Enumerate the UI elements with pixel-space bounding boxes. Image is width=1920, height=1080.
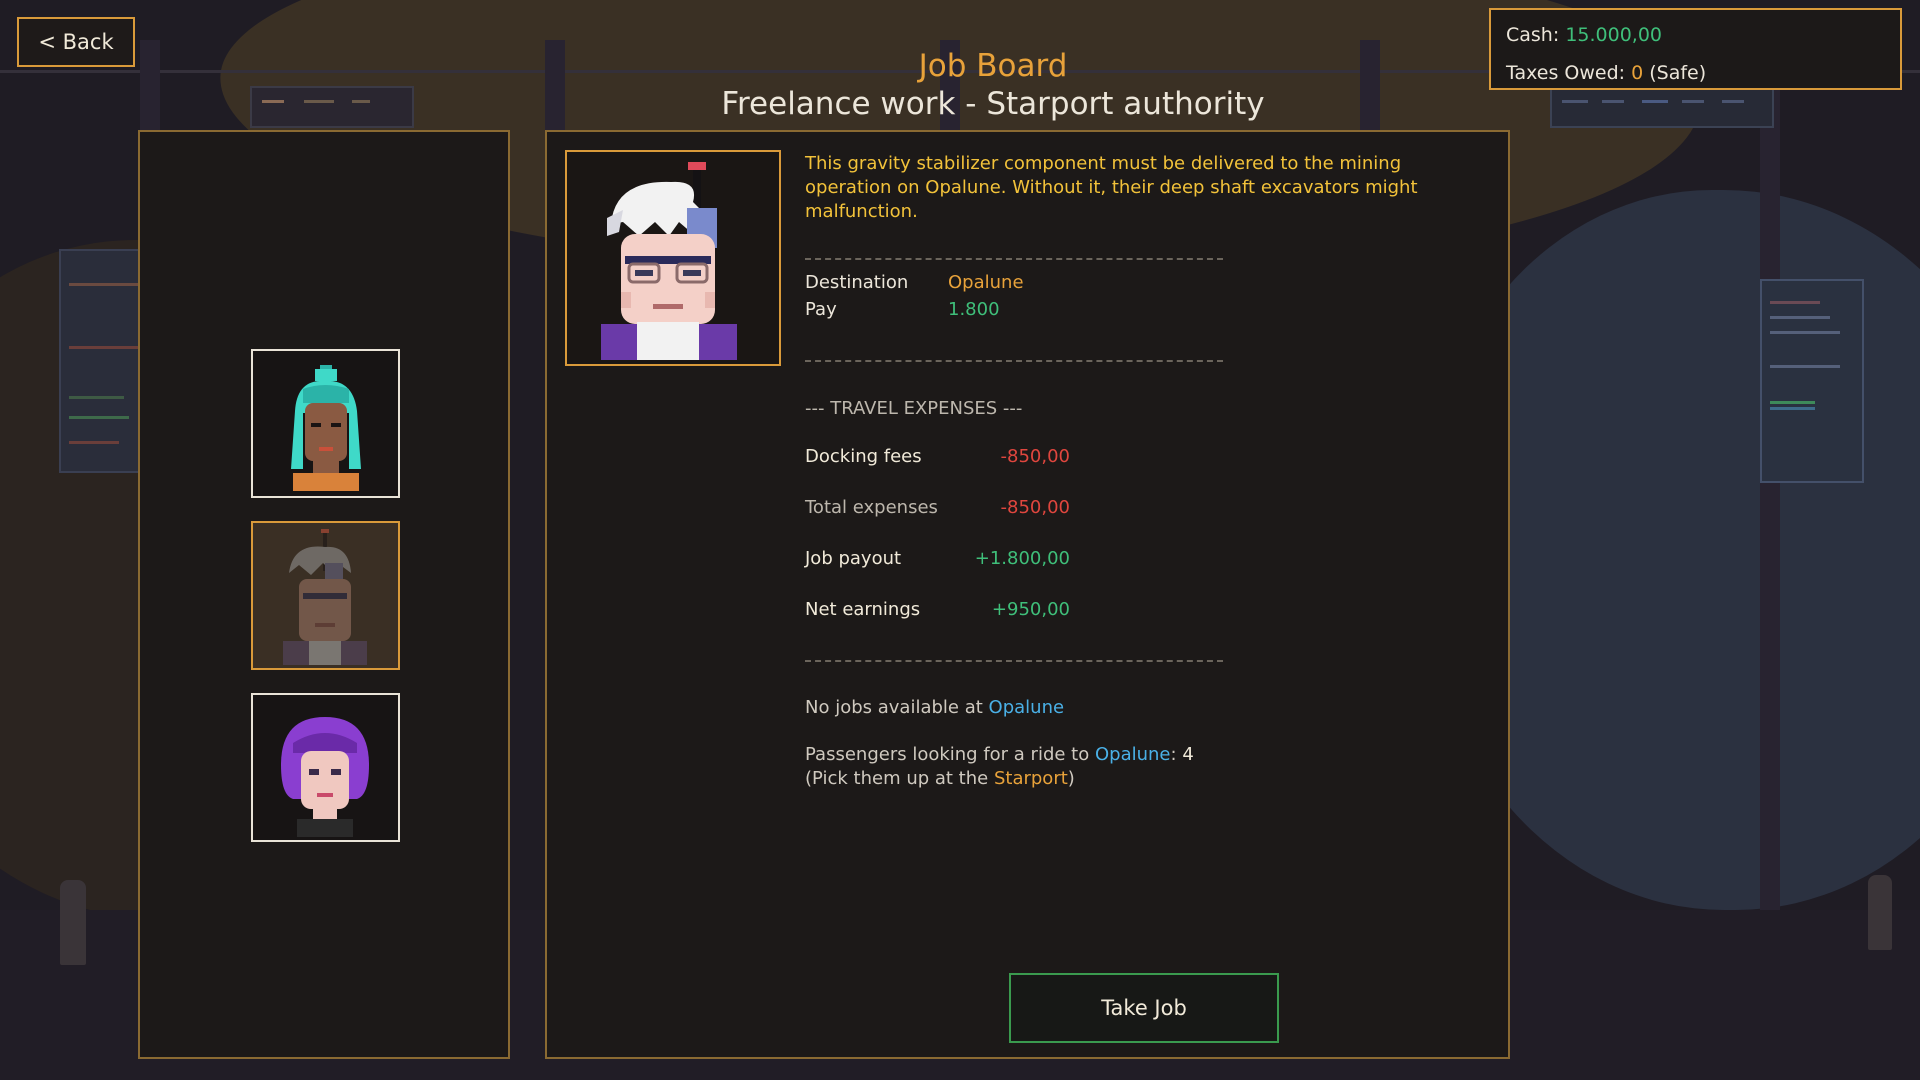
bg-sign <box>250 86 414 128</box>
passengers-line: Passengers looking for a ride to Opalune… <box>805 743 1194 767</box>
bg-sign <box>1550 86 1774 128</box>
docking-fees-label: Docking fees <box>805 446 922 467</box>
teal-hair-portrait-icon <box>291 365 361 491</box>
passengers-planet: Opalune <box>1094 744 1171 765</box>
bg-board <box>1760 279 1864 483</box>
passengers-notice: Passengers looking for a ride to Opalune… <box>805 743 1194 791</box>
old-engineer-portrait-icon <box>283 529 367 665</box>
job-card-purple-hair[interactable] <box>251 693 400 842</box>
purple-hair-portrait-icon <box>281 717 369 837</box>
cash-label: Cash: <box>1506 24 1560 46</box>
divider <box>805 360 1223 362</box>
pickup-line: (Pick them up at the Starport) <box>805 767 1194 791</box>
job-list-panel <box>138 130 510 1059</box>
cash-row: Cash: 15.000,00 <box>1506 16 1885 54</box>
pickup-suffix: ) <box>1067 768 1075 789</box>
net-earnings-label: Net earnings <box>805 599 921 620</box>
bg-npc-figure <box>1868 875 1892 950</box>
taxes-label: Taxes Owed: <box>1506 62 1626 84</box>
pay-row: Pay 1.800 <box>805 299 1000 320</box>
passengers-count: 4 <box>1182 744 1194 765</box>
pay-value: 1.800 <box>948 299 1000 320</box>
back-button[interactable]: < Back <box>17 17 135 67</box>
taxes-status: (Safe) <box>1649 62 1707 84</box>
no-jobs-notice: No jobs available at Opalune <box>805 696 1064 720</box>
page-subtitle: Freelance work - Starport authority <box>721 86 1265 122</box>
job-payout-label: Job payout <box>805 548 902 569</box>
destination-value: Opalune <box>948 272 1024 293</box>
net-earnings-value: +950,00 <box>991 599 1070 620</box>
job-card-teal-hair[interactable] <box>251 349 400 498</box>
expenses-title: --- TRAVEL EXPENSES --- <box>805 398 1023 419</box>
total-expenses-label: Total expenses <box>805 497 938 518</box>
taxes-row: Taxes Owed: 0 (Safe) <box>1506 54 1885 92</box>
passengers-colon: : <box>1170 744 1177 765</box>
job-payout-value: +1.800,00 <box>974 548 1070 569</box>
pickup-place: Starport <box>993 768 1068 789</box>
taxes-value: 0 <box>1631 62 1644 84</box>
destination-row: Destination Opalune <box>805 272 1024 293</box>
docking-fees-value: -850,00 <box>1000 446 1070 467</box>
client-portrait <box>565 150 781 366</box>
total-expenses-value: -850,00 <box>1000 497 1070 518</box>
bg-npc-figure <box>60 880 86 965</box>
divider <box>805 258 1223 260</box>
divider <box>805 660 1223 662</box>
page-title: Job Board <box>918 48 1068 84</box>
take-job-button[interactable]: Take Job <box>1009 973 1279 1043</box>
pay-label: Pay <box>805 299 837 320</box>
no-jobs-text: No jobs available at <box>805 697 983 718</box>
old-engineer-portrait-icon <box>601 162 737 360</box>
no-jobs-planet: Opalune <box>988 697 1065 718</box>
job-description: This gravity stabilizer component must b… <box>805 153 1418 222</box>
job-card-old-engineer[interactable] <box>251 521 400 670</box>
destination-label: Destination <box>805 272 909 293</box>
passengers-text: Passengers looking for a ride to <box>805 744 1090 765</box>
cash-value: 15.000,00 <box>1565 24 1663 46</box>
pickup-text: (Pick them up at the <box>805 768 989 789</box>
money-panel: Cash: 15.000,00 Taxes Owed: 0 (Safe) <box>1489 8 1902 90</box>
job-detail-panel: This gravity stabilizer component must b… <box>545 130 1510 1059</box>
